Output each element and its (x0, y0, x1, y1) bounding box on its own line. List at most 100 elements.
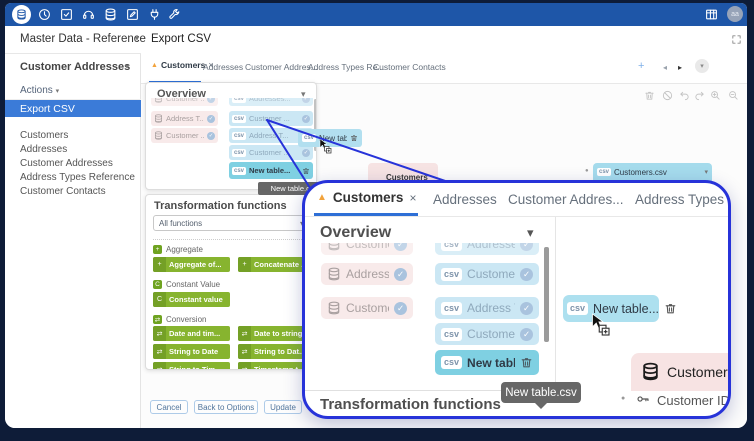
selected-item-label: Export CSV (20, 102, 75, 115)
tasks-check-icon[interactable] (60, 8, 73, 21)
function-string-to-date-2[interactable]: ⇄ String to Dat... (238, 344, 310, 359)
sidebar-item-customer-addresses[interactable]: Customer Addresses (20, 158, 113, 169)
function-timestamp[interactable]: ⇄ Timestamp t... (238, 362, 310, 369)
mag-target-chip[interactable]: csv Customer ... ✓ (435, 323, 539, 345)
aggregate-icon: + (238, 257, 251, 272)
warning-icon: ▲ (317, 192, 327, 203)
function-concatenate[interactable]: + Concatenate ... (238, 257, 310, 272)
mag-source-chip[interactable]: Address T... ✓ (321, 263, 413, 285)
edit-form-icon[interactable] (126, 8, 139, 21)
headset-icon[interactable] (82, 8, 95, 21)
sidebar-item-customers[interactable]: Customers (20, 130, 68, 141)
wrench-icon[interactable] (168, 8, 181, 21)
csv-badge: csv (567, 302, 589, 315)
actions-menu[interactable]: Actions ▾ (20, 85, 59, 96)
transformation-title: Transformation functions (154, 200, 287, 212)
mag-target-chip[interactable]: csv Customer ... ✓ (435, 263, 539, 285)
sidebar-item-export-csv[interactable]: Export CSV (5, 99, 141, 117)
active-app-button[interactable] (12, 5, 31, 24)
csv-caret-icon[interactable]: ▾ (704, 168, 708, 176)
function-constant-value[interactable]: C Constant value (153, 292, 230, 307)
sidebar: Customer Addresses ▾ Actions ▾ Export CS… (5, 54, 141, 428)
sidebar-title-caret-icon[interactable]: ▾ (125, 62, 129, 71)
close-tab-icon[interactable]: × (409, 191, 416, 205)
check-badge: ✓ (520, 327, 533, 341)
mag-overview-scrollbar[interactable] (544, 247, 549, 342)
filter-value: All functions (159, 218, 203, 228)
entity-field-label: Customer ID: (657, 393, 731, 408)
sidebar-item-customer-contacts[interactable]: Customer Contacts (20, 186, 106, 197)
mag-overview-caret-icon[interactable]: ▾ (527, 225, 534, 241)
magnifier-callout: ▲ Customers × Addresses Customer Addres.… (302, 180, 731, 419)
add-tab-icon[interactable]: + (638, 60, 644, 72)
mag-tab-customer-addresses[interactable]: Customer Addres... (508, 192, 624, 207)
delete-icon[interactable] (644, 90, 655, 101)
fullscreen-icon[interactable] (731, 34, 742, 45)
clock-icon[interactable] (38, 8, 51, 21)
undo-icon[interactable] (679, 90, 690, 101)
mag-source-chip[interactable]: Customer ... ✓ (321, 297, 413, 319)
target-chip[interactable]: csv Customer ... ✓ (229, 145, 313, 160)
tab-customer-addresses[interactable]: Customer Addres... (245, 62, 318, 72)
function-string-to-date[interactable]: ⇄ String to Date (153, 344, 230, 359)
app-window: aa Master Data - Reference ▾ Export CSV … (5, 3, 747, 428)
mag-tab-customers-active[interactable]: ▲ Customers × (317, 190, 416, 205)
sidebar-item-addresses[interactable]: Addresses (20, 144, 67, 155)
sidebar-item-address-types[interactable]: Address Types Reference (20, 172, 135, 183)
back-to-options-button[interactable]: Back to Options (194, 400, 258, 414)
data-catalog-icon[interactable] (104, 8, 117, 21)
source-chip[interactable]: Customer ... ✓ (151, 128, 218, 143)
trash-icon[interactable] (520, 356, 533, 369)
function-aggregate-of[interactable]: + Aggregate of... (153, 257, 230, 272)
aggregate-icon: + (153, 257, 166, 272)
mag-target-chip[interactable]: csv Address T... ✓ (435, 297, 539, 319)
target-label: Customer ... (467, 327, 515, 341)
aggregate-icon: + (153, 245, 162, 254)
trash-icon[interactable] (302, 167, 310, 175)
check-badge: ✓ (302, 114, 310, 123)
target-chip[interactable]: csv Customer ... ✓ (229, 111, 313, 126)
mag-tab-addresses[interactable]: Addresses (433, 192, 497, 207)
avatar[interactable]: aa (727, 6, 743, 22)
workspace-breadcrumb[interactable]: Master Data - Reference (20, 33, 146, 45)
plug-icon[interactable] (148, 8, 161, 21)
function-date-to-string[interactable]: ⇄ Date to string (238, 326, 310, 341)
target-chip-new-table[interactable]: csv New table... (229, 162, 313, 179)
function-date-and-time[interactable]: ⇄ Date and tim... (153, 326, 230, 341)
target-label: Addresses... (467, 243, 515, 251)
conversion-icon: ⇄ (153, 344, 166, 359)
source-label: Customer ... (166, 98, 204, 103)
database-icon (154, 114, 163, 123)
update-button[interactable]: Update (264, 400, 302, 414)
function-string-to-time[interactable]: ⇄ String to Tim... (153, 362, 230, 369)
tab-menu-button[interactable]: ▾ (695, 59, 709, 73)
zoom-out-icon[interactable] (728, 90, 739, 101)
port-bullet-icon: ● (585, 168, 589, 174)
database-icon (154, 131, 163, 140)
customers-csv-box[interactable]: csv Customers.csv ▾ (593, 163, 712, 181)
trash-icon[interactable] (350, 134, 358, 142)
grid-apps-icon[interactable] (705, 8, 718, 21)
sidebar-title[interactable]: Customer Addresses (20, 61, 130, 73)
clear-icon[interactable] (662, 90, 673, 101)
csv-badge: csv (441, 356, 463, 369)
source-chip[interactable]: Address T... ✓ (151, 111, 218, 126)
cancel-button[interactable]: Cancel (150, 400, 188, 414)
next-tab-icon[interactable]: ▸ (678, 63, 682, 72)
function-filter-select[interactable]: All functions ▾ (153, 215, 310, 231)
prev-tab-icon[interactable]: ◂ (663, 63, 667, 72)
csv-badge: csv (441, 301, 463, 315)
section-aggregate: + Aggregate (153, 245, 203, 254)
warning-icon: ▲ (151, 61, 158, 69)
entity-fragment[interactable]: Customers (368, 163, 438, 181)
target-label: New table... (467, 355, 515, 370)
tab-addresses[interactable]: Addresses (203, 62, 243, 72)
zoom-in-icon[interactable] (710, 90, 721, 101)
workspace-caret-icon[interactable]: ▾ (135, 34, 139, 43)
redo-icon[interactable] (694, 90, 705, 101)
tab-customer-contacts[interactable]: Customer Contacts (373, 62, 446, 72)
mag-tab-address-types[interactable]: Address Types Re... (635, 192, 728, 207)
mag-entity-customers[interactable]: Customers (631, 353, 728, 391)
mag-target-chip-new-table[interactable]: csv New table... (435, 350, 539, 375)
trash-icon[interactable] (664, 302, 677, 315)
